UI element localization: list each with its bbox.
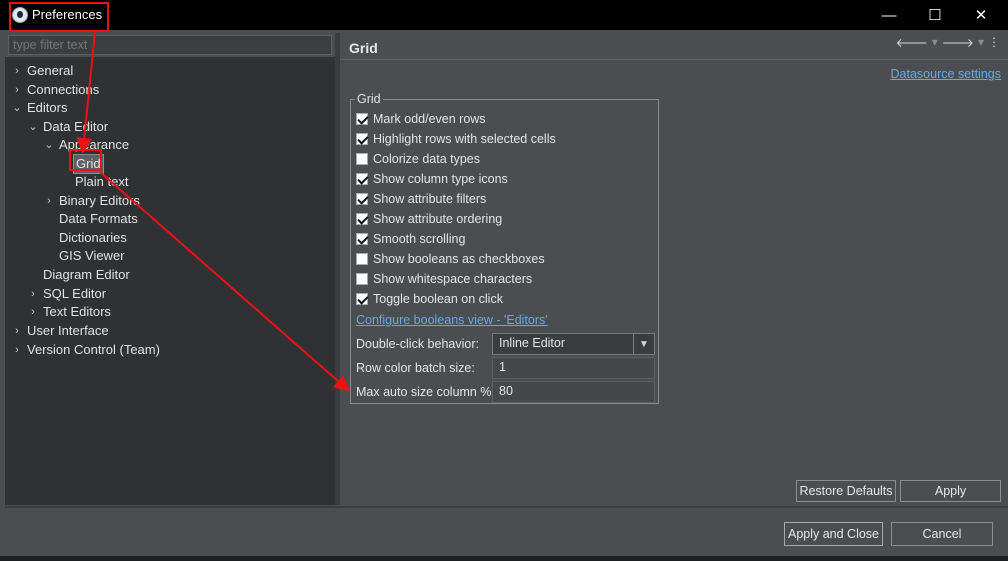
tree-item-label: Connections (27, 82, 100, 97)
option-label: Show booleans as checkboxes (373, 252, 545, 266)
option-colorize-data-types[interactable]: Colorize data types (356, 150, 480, 168)
tree-item-label: Plain text (75, 174, 129, 189)
tree-item-label: General (27, 63, 74, 78)
view-menu-icon[interactable]: ⋮ (988, 35, 1000, 53)
chevron-down-icon[interactable]: ▼ (633, 334, 654, 354)
tree-item-label: Dictionaries (59, 230, 127, 245)
annotation-box-grid (69, 149, 102, 171)
double-click-value: Inline Editor (499, 336, 566, 350)
configure-booleans-link[interactable]: Configure booleans view - 'Editors' (356, 313, 548, 327)
chevron-right-icon[interactable]: › (11, 322, 23, 340)
chevron-right-icon[interactable]: › (27, 303, 39, 321)
close-button[interactable]: ✕ (958, 0, 1004, 30)
preference-page: Grid 🡐 ▾ 🡒 ▾ ⋮ Datasource settings Grid … (340, 33, 1008, 505)
preferences-navigation: › General › Connections ⌄ Editors ⌄ Data… (5, 33, 335, 505)
maximize-button[interactable]: ☐ (912, 0, 958, 30)
option-highlight-rows[interactable]: Highlight rows with selected cells (356, 130, 556, 148)
tree-item-label: Text Editors (43, 304, 111, 319)
apply-button[interactable]: Apply (900, 480, 1001, 502)
option-mark-odd-even-rows[interactable]: Mark odd/even rows (356, 110, 486, 128)
chevron-right-icon[interactable]: › (27, 285, 39, 303)
annotation-box-preferences (9, 2, 109, 32)
minimize-button[interactable]: — (866, 0, 912, 30)
tree-item-label: SQL Editor (43, 286, 107, 301)
option-attribute-filters[interactable]: Show attribute filters (356, 190, 486, 208)
dialog-separator (5, 506, 1008, 508)
tree-item-label: GIS Viewer (59, 248, 125, 263)
preferences-window: Preferences — ☐ ✕ › General › Connection… (0, 0, 1008, 561)
checkbox-checked[interactable] (356, 193, 368, 205)
option-label: Show column type icons (373, 172, 508, 186)
max-auto-size-column-input[interactable]: 80 (492, 381, 655, 403)
option-label: Show attribute filters (373, 192, 487, 206)
tree-item-label: Data Formats (59, 211, 138, 226)
option-label: Smooth scrolling (373, 232, 466, 246)
chevron-right-icon[interactable]: › (43, 192, 55, 210)
apply-and-close-button[interactable]: Apply and Close (784, 522, 883, 546)
page-title: Grid (349, 40, 378, 56)
option-label: Highlight rows with selected cells (373, 132, 556, 146)
option-label: Show whitespace characters (373, 272, 533, 286)
tree-item-label: Binary Editors (59, 193, 140, 208)
checkbox-checked[interactable] (356, 213, 368, 225)
tree-item-label: User Interface (27, 323, 109, 338)
forward-arrow-icon[interactable]: 🡒 (942, 35, 974, 53)
cancel-button[interactable]: Cancel (891, 522, 993, 546)
checkbox-unchecked[interactable] (356, 153, 368, 165)
chevron-right-icon[interactable]: › (11, 341, 23, 359)
row-color-batch-size-input[interactable]: 1 (492, 357, 655, 379)
max-auto-size-label: Max auto size column %: (356, 385, 495, 399)
header-separator (340, 59, 1008, 60)
chevron-right-icon[interactable]: › (11, 62, 23, 80)
double-click-label: Double-click behavior: (356, 337, 479, 351)
chevron-down-icon[interactable]: ⌄ (11, 99, 23, 117)
double-click-behavior-select[interactable]: Inline Editor ▼ (492, 333, 655, 355)
option-label: Mark odd/even rows (373, 112, 486, 126)
checkbox-checked[interactable] (356, 293, 368, 305)
option-smooth-scrolling[interactable]: Smooth scrolling (356, 230, 465, 248)
chevron-right-icon[interactable]: › (11, 81, 23, 99)
checkbox-unchecked[interactable] (356, 273, 368, 285)
row-batch-label: Row color batch size: (356, 361, 475, 375)
group-title: Grid (355, 92, 383, 106)
title-bar: Preferences — ☐ ✕ (0, 0, 1008, 30)
back-dropdown-icon[interactable]: ▾ (932, 35, 938, 53)
datasource-settings-link[interactable]: Datasource settings (891, 67, 1001, 81)
checkbox-checked[interactable] (356, 113, 368, 125)
tree-item-label: Data Editor (43, 119, 109, 134)
option-label: Colorize data types (373, 152, 481, 166)
option-label: Show attribute ordering (373, 212, 503, 226)
forward-dropdown-icon[interactable]: ▾ (978, 35, 984, 53)
option-whitespace-characters[interactable]: Show whitespace characters (356, 270, 532, 288)
checkbox-checked[interactable] (356, 133, 368, 145)
chevron-down-icon[interactable]: ⌄ (43, 136, 55, 154)
option-toggle-boolean-on-click[interactable]: Toggle boolean on click (356, 290, 503, 308)
checkbox-checked[interactable] (356, 233, 368, 245)
tree-item-label: Version Control (Team) (27, 342, 160, 357)
option-column-type-icons[interactable]: Show column type icons (356, 170, 508, 188)
tree-item-label: Editors (27, 100, 68, 115)
grid-options-group: Grid Mark odd/even rows Highlight rows w… (350, 92, 659, 404)
back-arrow-icon[interactable]: 🡐 (896, 35, 928, 53)
preferences-tree: › General › Connections ⌄ Editors ⌄ Data… (5, 57, 335, 505)
option-label: Toggle boolean on click (373, 292, 503, 306)
filter-input[interactable] (8, 35, 332, 55)
checkbox-checked[interactable] (356, 173, 368, 185)
background-strip (0, 556, 1008, 561)
option-attribute-ordering[interactable]: Show attribute ordering (356, 210, 502, 228)
chevron-down-icon[interactable]: ⌄ (27, 118, 39, 136)
restore-defaults-button[interactable]: Restore Defaults (796, 480, 896, 502)
option-booleans-as-checkboxes[interactable]: Show booleans as checkboxes (356, 250, 545, 268)
page-navigation: 🡐 ▾ 🡒 ▾ ⋮ (896, 35, 1000, 53)
tree-item-label: Diagram Editor (43, 267, 130, 282)
checkbox-unchecked[interactable] (356, 253, 368, 265)
